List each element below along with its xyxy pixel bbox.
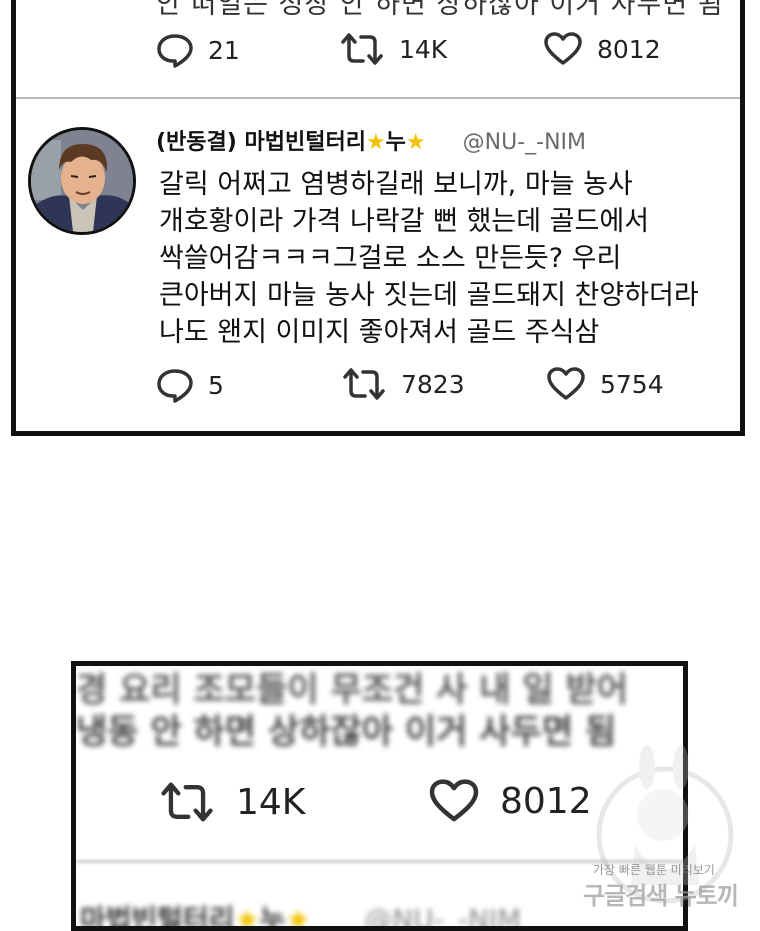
tweet-line: 싹쓸어감ㅋㅋㅋ그걸로 소스 만든듯? 우리 bbox=[159, 243, 622, 274]
retweet-stat[interactable]: 7823 bbox=[341, 367, 465, 401]
zoom-like-stat[interactable]: 8012 bbox=[428, 779, 592, 823]
retweet-icon bbox=[341, 367, 387, 401]
reply-count: 5 bbox=[208, 370, 224, 400]
display-name-mid: 누 bbox=[259, 903, 286, 931]
reply-stat[interactable]: 5 bbox=[156, 367, 224, 403]
tweet-line: 갈릭 어쩌고 염병하길래 보니까, 마늘 농사 bbox=[159, 169, 633, 200]
tweet-line: 개호황이라 가격 나락갈 뻔 했는데 골드에서 bbox=[159, 206, 650, 237]
reply-count: 21 bbox=[208, 35, 240, 65]
star-icon: ★ bbox=[365, 130, 386, 155]
heart-icon bbox=[546, 367, 586, 401]
retweet-icon bbox=[339, 32, 385, 66]
retweet-icon bbox=[158, 781, 216, 823]
tweet-line: 큰아버지 마늘 농사 짓는데 골드돼지 찬양하더라 bbox=[159, 280, 699, 311]
tweet-author[interactable]: (반동결) 마법빈털터리★누★ @NU-_-NIM bbox=[156, 124, 586, 156]
reply-icon bbox=[156, 367, 194, 403]
prev-tweet-text: 안 떠얼는 성장 안 하면 상하잖아 이거 사두면 됨 bbox=[156, 0, 724, 20]
blurred-author: 마법빈털터리★누★ @NU-_-NIM bbox=[80, 898, 522, 931]
like-count: 8012 bbox=[500, 780, 592, 822]
heart-icon bbox=[428, 779, 480, 823]
tweet-divider bbox=[16, 97, 740, 99]
retweet-count: 14K bbox=[236, 781, 306, 823]
star-icon: ★ bbox=[405, 130, 426, 155]
avatar[interactable] bbox=[28, 127, 136, 235]
watermark-logo-text: 구글검색 뉴토끼 bbox=[583, 882, 739, 910]
tweet-body: 갈릭 어쩌고 염병하길래 보니까, 마늘 농사 개호황이라 가격 나락갈 뻔 했… bbox=[159, 166, 749, 351]
reply-icon bbox=[156, 32, 194, 68]
retweet-count: 7823 bbox=[401, 369, 465, 399]
tweet-line: 나도 왠지 이미지 좋아져서 골드 주식삼 bbox=[159, 317, 600, 348]
like-count: 5754 bbox=[600, 369, 664, 399]
display-name: 마법빈털터리 bbox=[80, 903, 235, 931]
user-handle: @NU-_-NIM bbox=[364, 903, 522, 931]
tweet-panel-top: 안 떠얼는 성장 안 하면 상하잖아 이거 사두면 됨 21 14K 8012 bbox=[11, 0, 745, 436]
prev-reply-stat[interactable]: 21 bbox=[156, 32, 240, 68]
zoom-retweet-stat[interactable]: 14K bbox=[158, 781, 305, 823]
like-stat[interactable]: 5754 bbox=[546, 367, 664, 401]
prev-retweet-stat[interactable]: 14K bbox=[339, 32, 447, 66]
display-name-mid: 누 bbox=[385, 130, 406, 155]
blurred-text-line: 냉동 안 하면 상하잖아 이거 사두면 됨 bbox=[76, 712, 617, 752]
like-count: 8012 bbox=[597, 34, 661, 64]
heart-icon bbox=[543, 32, 583, 66]
user-handle: @NU-_-NIM bbox=[462, 130, 587, 155]
star-icon: ★ bbox=[234, 903, 260, 931]
retweet-count: 14K bbox=[399, 34, 448, 64]
display-name: (반동결) 마법빈털터리 bbox=[156, 130, 366, 155]
prev-like-stat[interactable]: 8012 bbox=[543, 32, 661, 66]
star-icon: ★ bbox=[285, 903, 311, 931]
